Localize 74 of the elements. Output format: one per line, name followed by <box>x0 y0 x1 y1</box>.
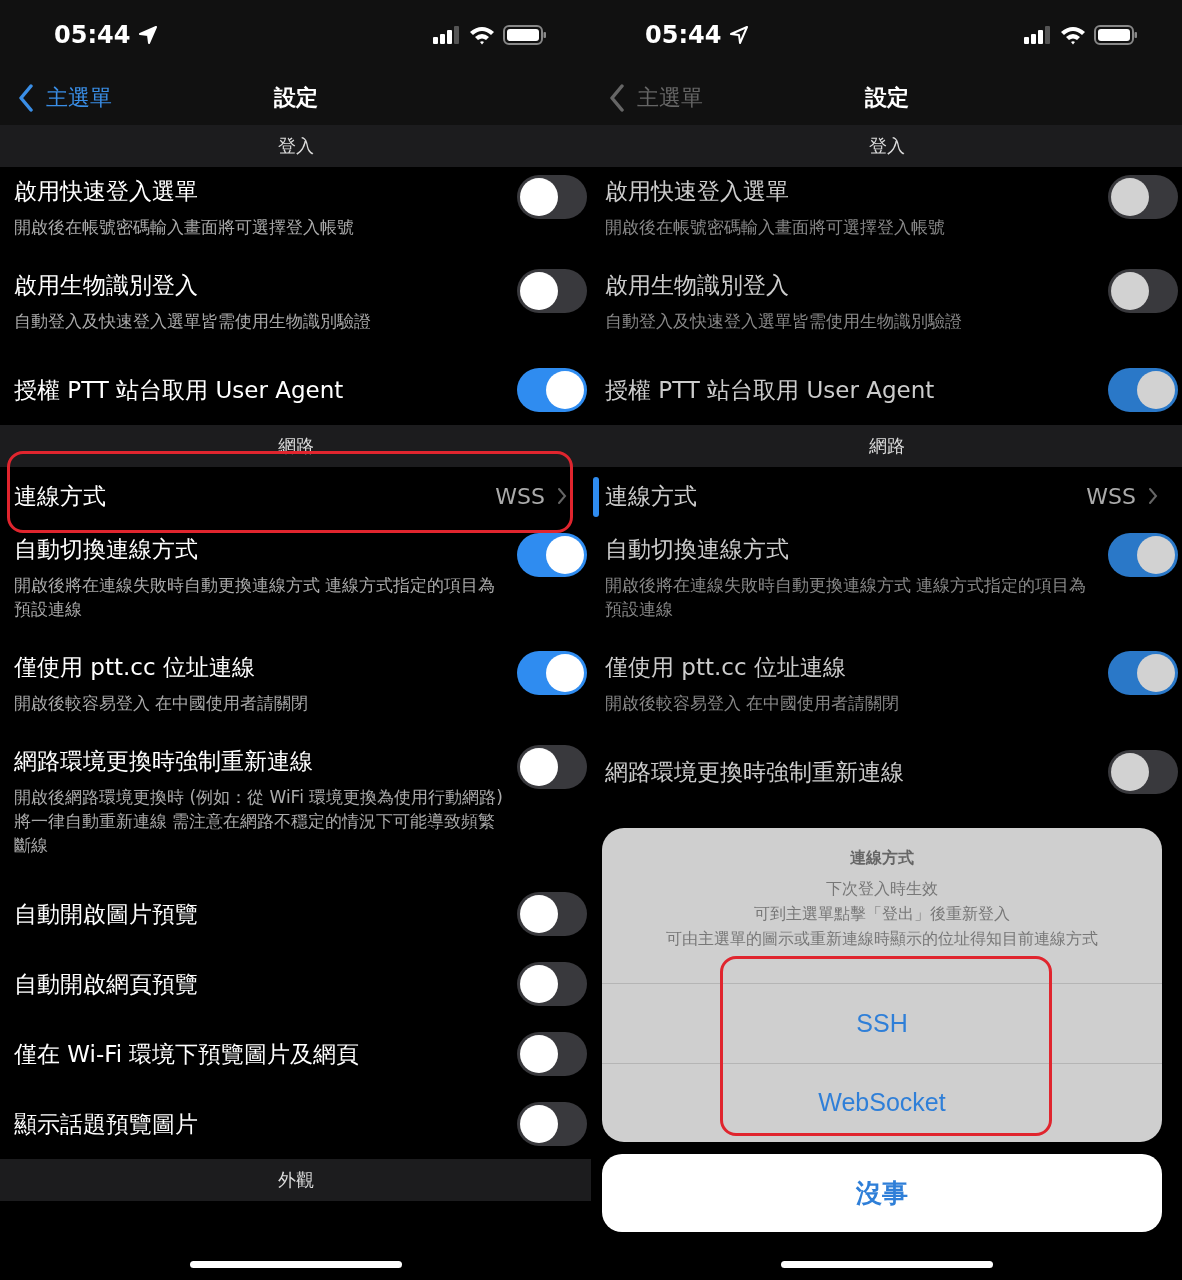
wifi-icon <box>469 25 495 45</box>
setting-title: 授權 PTT 站台取用 User Agent <box>14 376 345 405</box>
location-arrow-icon <box>138 25 159 45</box>
chevron-right-icon <box>1148 487 1158 505</box>
setting-title: 僅使用 ptt.cc 位址連線 <box>605 653 847 682</box>
setting-description: 開啟後在帳號密碼輸入畫面將可選擇登入帳號 <box>605 216 946 239</box>
back-button[interactable]: 主選單 <box>591 82 703 113</box>
toggle-switch[interactable] <box>517 1032 587 1076</box>
location-arrow-icon <box>729 25 750 45</box>
cancel-button[interactable]: 沒事 <box>602 1154 1162 1232</box>
sheet-option[interactable]: SSH <box>602 984 1162 1064</box>
setting-title: 自動開啟網頁預覽 <box>14 970 199 999</box>
sheet-message: 可由主選單的圖示或重新連線時顯示的位址得知目前連線方式 <box>666 929 1098 950</box>
sheet-option[interactable]: WebSocket <box>602 1063 1162 1142</box>
sheet-message: 下次登入時生效 <box>826 879 938 900</box>
section-header: 登入 <box>0 125 591 167</box>
status-time: 05:44 <box>645 21 722 49</box>
setting-title[interactable]: 連線方式 <box>605 480 697 512</box>
toggle-switch[interactable] <box>517 533 587 577</box>
section-header: 外觀 <box>0 1159 591 1201</box>
back-button[interactable]: 主選單 <box>0 82 112 113</box>
setting-description: 開啟後較容易登入 在中國使用者請關閉 <box>14 692 310 715</box>
setting-title: 顯示話題預覽圖片 <box>14 1110 199 1139</box>
toggle-switch[interactable] <box>517 892 587 936</box>
toggle-switch[interactable] <box>1108 269 1178 313</box>
toggle-switch[interactable] <box>1108 651 1178 695</box>
setting-title: 僅使用 ptt.cc 位址連線 <box>14 653 256 682</box>
setting-description: 自動登入及快速登入選單皆需使用生物識別驗證 <box>14 310 372 333</box>
toggle-switch[interactable] <box>1108 750 1178 794</box>
section-header: 登入 <box>591 125 1182 167</box>
status-time: 05:44 <box>54 21 131 49</box>
sheet-title: 連線方式 <box>850 848 914 869</box>
setting-description: 開啟後在帳號密碼輸入畫面將可選擇登入帳號 <box>14 216 355 239</box>
setting-title: 啟用生物識別登入 <box>605 271 790 300</box>
toggle-switch[interactable] <box>1108 175 1178 219</box>
toggle-switch[interactable] <box>517 175 587 219</box>
toggle-switch[interactable] <box>1108 368 1178 412</box>
setting-value: WSS <box>1086 483 1136 509</box>
chevron-right-icon <box>557 487 567 505</box>
setting-title: 啟用生物識別登入 <box>14 271 199 300</box>
setting-title: 自動開啟圖片預覽 <box>14 900 199 929</box>
toggle-switch[interactable] <box>517 962 587 1006</box>
setting-description: 自動登入及快速登入選單皆需使用生物識別驗證 <box>605 310 963 333</box>
screen-title: 設定 <box>273 83 318 112</box>
setting-title: 自動切換連線方式 <box>605 535 790 564</box>
setting-title[interactable]: 連線方式 <box>14 480 106 512</box>
setting-title: 啟用快速登入選單 <box>605 177 790 206</box>
signal-icon <box>1024 26 1052 44</box>
chevron-left-icon <box>18 83 34 112</box>
setting-description: 開啟後較容易登入 在中國使用者請關閉 <box>605 692 901 715</box>
setting-title: 僅在 Wi-Fi 環境下預覽圖片及網頁 <box>14 1040 361 1069</box>
battery-icon <box>1094 25 1138 45</box>
toggle-switch[interactable] <box>517 1102 587 1146</box>
toggle-switch[interactable] <box>517 269 587 313</box>
screen-title: 設定 <box>864 83 909 112</box>
toggle-switch[interactable] <box>1108 533 1178 577</box>
sheet-message: 可到主選單點擊「登出」後重新登入 <box>754 904 1010 925</box>
setting-value: WSS <box>495 483 545 509</box>
setting-description: 開啟後將在連線失敗時自動更換連線方式 連線方式指定的項目為預設連線 <box>605 574 1088 621</box>
toggle-switch[interactable] <box>517 368 587 412</box>
setting-title: 網路環境更換時強制重新連線 <box>605 758 905 787</box>
chevron-left-icon <box>609 83 625 112</box>
setting-title: 自動切換連線方式 <box>14 535 199 564</box>
wifi-icon <box>1060 25 1086 45</box>
battery-icon <box>503 25 547 45</box>
setting-title: 網路環境更換時強制重新連線 <box>14 747 314 776</box>
section-header: 網路 <box>591 425 1182 467</box>
toggle-switch[interactable] <box>517 745 587 789</box>
setting-title: 授權 PTT 站台取用 User Agent <box>605 376 936 405</box>
toggle-switch[interactable] <box>517 651 587 695</box>
setting-description: 開啟後將在連線失敗時自動更換連線方式 連線方式指定的項目為預設連線 <box>14 574 497 621</box>
setting-title: 啟用快速登入選單 <box>14 177 199 206</box>
setting-description: 開啟後網路環境更換時 (例如：從 WiFi 環境更換為使用行動網路) 將一律自動重新連線 需注意在網路不穩定的情況下可能導致頻繁斷線 <box>14 786 504 857</box>
signal-icon <box>433 26 461 44</box>
